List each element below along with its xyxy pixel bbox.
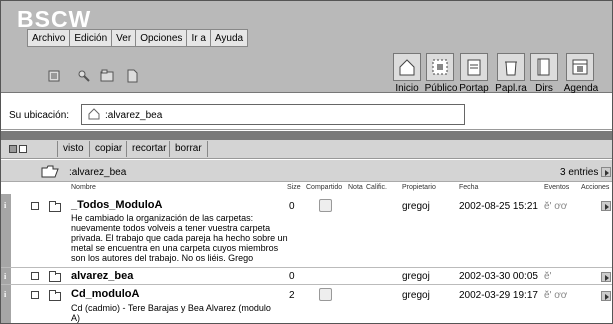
- description-line: A): [71, 313, 80, 323]
- nav-label-publico[interactable]: Público: [422, 83, 460, 94]
- menu-ver[interactable]: Ver: [112, 30, 137, 46]
- row-size: 0: [289, 201, 295, 212]
- clipboard-icon: [467, 59, 481, 76]
- menu-bar: Archivo Edición Ver Opciones Ir a Ayuda: [27, 29, 249, 47]
- row-actions-button[interactable]: [601, 201, 611, 211]
- folder-icon[interactable]: [49, 271, 61, 282]
- location-label: Su ubicación:: [9, 110, 70, 121]
- events-icons[interactable]: ĕ' ơơ: [544, 201, 567, 212]
- row-divider: [1, 284, 612, 285]
- home-icon: [399, 59, 415, 76]
- row-actions-button[interactable]: [601, 291, 611, 301]
- wastebasket-icon: [505, 61, 517, 76]
- entries-count: 3 entries: [560, 167, 599, 178]
- menu-ayuda[interactable]: Ayuda: [211, 30, 247, 46]
- catalog-icon[interactable]: [47, 69, 61, 83]
- separator-band: [1, 131, 612, 140]
- row-checkbox[interactable]: [31, 291, 39, 299]
- col-calific[interactable]: Calific.: [366, 184, 387, 191]
- col-nombre[interactable]: Nombre: [71, 184, 96, 191]
- folder-icon[interactable]: [49, 290, 61, 301]
- row-checkbox[interactable]: [31, 272, 39, 280]
- calendar-button[interactable]: [566, 53, 594, 81]
- select-all-checkbox[interactable]: [9, 145, 17, 153]
- row-name-todos-moduloa[interactable]: _Todos_ModuloA: [71, 199, 162, 211]
- row-actions-button[interactable]: [601, 272, 611, 282]
- col-size[interactable]: Size: [287, 184, 301, 191]
- bscw-window: BSCW Archivo Edición Ver Opciones Ir a A…: [0, 0, 613, 324]
- copiar-button[interactable]: copiar: [89, 141, 127, 157]
- row-owner[interactable]: gregoj: [402, 290, 430, 301]
- borrar-button[interactable]: borrar: [169, 141, 208, 157]
- row-owner[interactable]: gregoj: [402, 201, 430, 212]
- col-compartido[interactable]: Compartido: [306, 184, 342, 191]
- row-date: 2002-03-29 19:17: [459, 290, 538, 301]
- clipboard-icon[interactable]: [100, 69, 114, 83]
- nav-label-dirs[interactable]: Dirs: [529, 83, 559, 94]
- col-eventos[interactable]: Eventos: [544, 184, 569, 191]
- row-description: He cambiado la organización de las carpe…: [71, 213, 293, 263]
- nav-label-inicio[interactable]: Inicio: [388, 83, 426, 94]
- row-owner[interactable]: gregoj: [402, 271, 430, 282]
- row-size: 2: [289, 290, 295, 301]
- row-name-alvarez-bea[interactable]: alvarez_bea: [71, 270, 133, 282]
- nav-label-papelera[interactable]: Papl.ra: [492, 83, 530, 94]
- current-folder-name: :alvarez_bea: [69, 167, 127, 178]
- shared-members-icon[interactable]: [319, 199, 332, 212]
- recortar-button[interactable]: recortar: [126, 141, 171, 157]
- description-line: Cd (cadmio) - Tere Barajas y Bea Alvarez…: [71, 303, 271, 313]
- folder-actions-button[interactable]: [601, 167, 611, 177]
- col-nota[interactable]: Nota: [348, 184, 363, 191]
- col-acciones[interactable]: Acciones: [581, 184, 609, 191]
- home-icon[interactable]: [87, 107, 101, 121]
- description-line: nuevamente todos volveis a tener vuestra…: [71, 223, 271, 233]
- folder-icon[interactable]: [49, 201, 61, 212]
- location-path[interactable]: :alvarez_bea: [105, 110, 162, 121]
- search-key-icon[interactable]: [77, 69, 91, 83]
- home-button[interactable]: [393, 53, 421, 81]
- public-icon: [432, 59, 448, 75]
- menu-edicion[interactable]: Edición: [70, 30, 113, 46]
- description-line: metal se encuentra en una carpeta cuyos …: [71, 243, 279, 253]
- row-description: Cd (cadmio) - Tere Barajas y Bea Alvarez…: [71, 303, 293, 323]
- nav-label-agenda[interactable]: Agenda: [561, 83, 601, 94]
- row-date: 2002-03-30 00:05: [459, 271, 538, 282]
- description-line: privada. El trabajo que cada pareja ha h…: [71, 233, 288, 243]
- description-line: He cambiado la organización de las carpe…: [71, 213, 254, 223]
- shared-members-icon[interactable]: [319, 288, 332, 301]
- document-icon[interactable]: [125, 69, 139, 83]
- menu-ir-a[interactable]: Ir a: [187, 30, 211, 46]
- row-date: 2002-08-25 15:21: [459, 201, 538, 212]
- visto-button[interactable]: visto: [57, 141, 89, 157]
- nav-label-portap[interactable]: Portap: [456, 83, 492, 94]
- address-book-button[interactable]: [530, 53, 558, 81]
- events-icons[interactable]: ĕ': [544, 271, 551, 282]
- select-none-checkbox[interactable]: [19, 145, 27, 153]
- open-folder-icon: [41, 165, 59, 178]
- description-line: son los autores del trabajo. No os liéis…: [71, 253, 254, 263]
- calendar-icon: [572, 59, 588, 75]
- row-divider: [1, 267, 612, 268]
- address-book-icon: [537, 58, 550, 76]
- info-icon[interactable]: i: [4, 272, 6, 281]
- row-name-cd-moduloa[interactable]: Cd_moduloA: [71, 288, 139, 300]
- row-checkbox[interactable]: [31, 202, 39, 210]
- info-icon[interactable]: i: [4, 201, 6, 210]
- info-icon[interactable]: i: [4, 290, 6, 299]
- events-icons[interactable]: ĕ' ơơ: [544, 290, 567, 301]
- menu-archivo[interactable]: Archivo: [28, 30, 71, 46]
- public-button[interactable]: [426, 53, 454, 81]
- wastebasket-button[interactable]: [497, 53, 525, 81]
- menu-opciones[interactable]: Opciones: [136, 30, 188, 46]
- col-fecha[interactable]: Fecha: [459, 184, 478, 191]
- clipboard-button[interactable]: [460, 53, 488, 81]
- row-size: 0: [289, 271, 295, 282]
- col-propietario[interactable]: Propietario: [402, 184, 436, 191]
